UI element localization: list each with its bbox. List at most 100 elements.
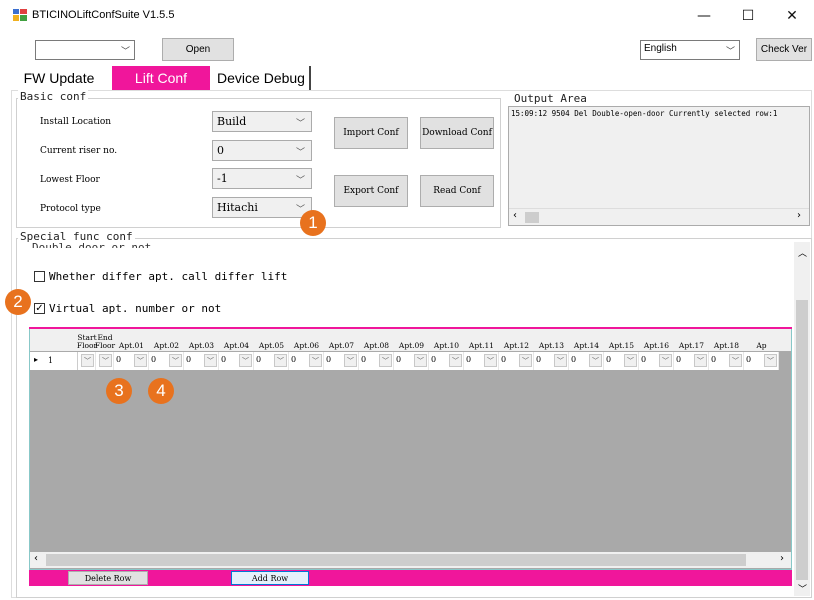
column-header[interactable]: Ap	[744, 329, 779, 352]
column-header[interactable]: Apt.06	[289, 329, 324, 352]
column-header[interactable]: Apt.14	[569, 329, 604, 352]
column-header[interactable]: Apt.16	[639, 329, 674, 352]
chevron-down-icon[interactable]: ﹀	[729, 354, 742, 367]
grid-cell[interactable]: 0 ﹀	[499, 352, 534, 370]
row-header[interactable]: ▸ 1	[30, 352, 78, 370]
add-row-button[interactable]: Add Row	[231, 571, 309, 585]
scrollbar-thumb[interactable]	[46, 554, 746, 566]
read-conf-button[interactable]: Read Conf	[420, 175, 494, 207]
tab-device-debug[interactable]: Device Debug	[213, 66, 311, 90]
chevron-down-icon[interactable]: ﹀	[99, 354, 112, 367]
grid-hscrollbar[interactable]: ‹ ›	[30, 552, 791, 568]
scrollbar-thumb[interactable]	[525, 212, 539, 223]
chevron-down-icon[interactable]: ﹀	[659, 354, 672, 367]
chevron-down-icon[interactable]: ﹀	[309, 354, 322, 367]
grid-cell[interactable]: 0 ﹀	[604, 352, 639, 370]
chevron-down-icon[interactable]: ﹀	[239, 354, 252, 367]
chevron-down-icon[interactable]: ﹀	[204, 354, 217, 367]
scroll-up-icon[interactable]: ︿	[798, 246, 807, 259]
scroll-left-icon[interactable]: ‹	[513, 210, 517, 221]
chevron-down-icon[interactable]: ﹀	[449, 354, 462, 367]
tab-fw-update[interactable]: FW Update	[14, 66, 104, 90]
grid-cell[interactable]: 0 ﹀	[674, 352, 709, 370]
chevron-down-icon[interactable]: ﹀	[554, 354, 567, 367]
column-header[interactable]: Apt.05	[254, 329, 289, 352]
column-header[interactable]: Apt.17	[674, 329, 709, 352]
chevron-down-icon[interactable]: ﹀	[379, 354, 392, 367]
grid-cell[interactable]: 0 ﹀	[464, 352, 499, 370]
grid-cell[interactable]: 0 ﹀	[394, 352, 429, 370]
check-ver-button[interactable]: Check Ver	[756, 38, 812, 61]
column-header[interactable]: Apt.03	[184, 329, 219, 352]
port-select[interactable]: ﹀	[35, 40, 135, 60]
column-header[interactable]: Apt.13	[534, 329, 569, 352]
grid-cell[interactable]: 0 ﹀	[114, 352, 149, 370]
column-header[interactable]: Apt.15	[604, 329, 639, 352]
export-conf-button[interactable]: Export Conf	[334, 175, 408, 207]
grid-cell[interactable]: 0 ﹀	[219, 352, 254, 370]
scrollbar-thumb[interactable]	[796, 300, 808, 580]
column-header[interactable]: Apt.01	[114, 329, 149, 352]
language-select[interactable]: English ﹀	[640, 40, 740, 60]
chevron-down-icon[interactable]: ﹀	[764, 354, 777, 367]
column-header[interactable]: Apt.04	[219, 329, 254, 352]
option-virtual-apt[interactable]: ✓ Virtual apt. number or not	[34, 302, 221, 315]
grid-cell[interactable]: 1﹀	[96, 352, 114, 370]
column-header[interactable]: Apt.11	[464, 329, 499, 352]
chevron-down-icon[interactable]: ﹀	[519, 354, 532, 367]
chevron-down-icon[interactable]: ﹀	[414, 354, 427, 367]
grid-cell[interactable]: 0 ﹀	[254, 352, 289, 370]
grid-cell[interactable]: 0 ﹀	[744, 352, 779, 370]
grid-cell[interactable]: 0 ﹀	[324, 352, 359, 370]
download-conf-button[interactable]: Download Conf	[420, 117, 494, 149]
column-header[interactable]: End Floor	[95, 329, 115, 352]
current-riser-select[interactable]: 0 ﹀	[212, 140, 312, 161]
chevron-down-icon[interactable]: ﹀	[274, 354, 287, 367]
scroll-right-icon[interactable]: ›	[797, 210, 801, 221]
column-header[interactable]: Apt.02	[149, 329, 184, 352]
column-header[interactable]: Apt.09	[394, 329, 429, 352]
grid-cell[interactable]: 0 ﹀	[534, 352, 569, 370]
chevron-down-icon[interactable]: ﹀	[134, 354, 147, 367]
chevron-down-icon[interactable]: ﹀	[694, 354, 707, 367]
grid-cell[interactable]: 0 ﹀	[639, 352, 674, 370]
output-hscrollbar[interactable]: ‹ ›	[509, 208, 809, 225]
grid-cell[interactable]: 0 ﹀	[149, 352, 184, 370]
differ-lift-checkbox[interactable]	[34, 271, 45, 282]
scroll-right-icon[interactable]: ›	[780, 553, 784, 564]
column-header[interactable]: Apt.10	[429, 329, 464, 352]
grid-cell[interactable]: 0 ﹀	[184, 352, 219, 370]
output-log[interactable]: 15:09:12 9504 Del Double-open-door Curre…	[508, 106, 810, 226]
grid-cell[interactable]: 0 ﹀	[569, 352, 604, 370]
grid-cell[interactable]: 0 ﹀	[289, 352, 324, 370]
chevron-down-icon[interactable]: ﹀	[81, 354, 94, 367]
chevron-down-icon[interactable]: ﹀	[344, 354, 357, 367]
maximize-button[interactable]: ☐	[726, 0, 770, 32]
minimize-button[interactable]: —	[682, 0, 726, 32]
chevron-down-icon[interactable]: ﹀	[169, 354, 182, 367]
scroll-down-icon[interactable]: ﹀	[798, 582, 807, 595]
close-button[interactable]: ✕	[770, 0, 814, 32]
virtual-apt-checkbox[interactable]: ✓	[34, 303, 45, 314]
column-header[interactable]: Apt.08	[359, 329, 394, 352]
scroll-left-icon[interactable]: ‹	[34, 553, 38, 564]
chevron-down-icon[interactable]: ﹀	[589, 354, 602, 367]
tab-lift-conf[interactable]: Lift Conf	[112, 66, 210, 90]
install-location-select[interactable]: Build ﹀	[212, 111, 312, 132]
column-header[interactable]: Apt.18	[709, 329, 744, 352]
lowest-floor-select[interactable]: -1 ﹀	[212, 168, 312, 189]
protocol-type-select[interactable]: Hitachi ﹀	[212, 197, 312, 218]
grid-cell[interactable]: 0 ﹀	[709, 352, 744, 370]
column-header[interactable]: Apt.07	[324, 329, 359, 352]
import-conf-button[interactable]: Import Conf	[334, 117, 408, 149]
special-vscrollbar[interactable]: ︿ ﹀	[794, 242, 810, 596]
column-header[interactable]: Apt.12	[499, 329, 534, 352]
grid-cell[interactable]: 0 ﹀	[429, 352, 464, 370]
chevron-down-icon[interactable]: ﹀	[624, 354, 637, 367]
grid-cell[interactable]: 0 ﹀	[359, 352, 394, 370]
delete-row-button[interactable]: Delete Row	[68, 571, 148, 585]
chevron-down-icon[interactable]: ﹀	[484, 354, 497, 367]
grid-cell[interactable]: 1﹀	[78, 352, 96, 370]
column-header[interactable]: Start Floor	[77, 329, 97, 352]
open-button[interactable]: Open	[162, 38, 234, 61]
